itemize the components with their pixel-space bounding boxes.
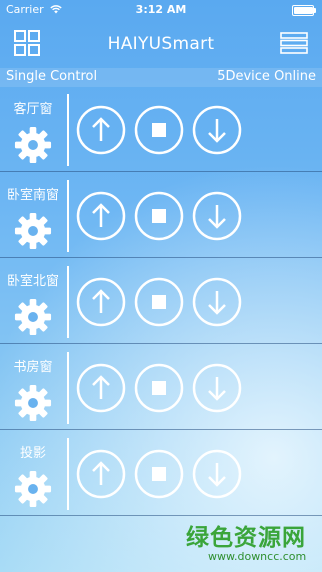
down-button[interactable] [192, 191, 242, 241]
gear-icon[interactable] [14, 384, 52, 422]
stop-icon [134, 191, 184, 241]
device-row: 客厅窗 [0, 88, 322, 172]
down-button[interactable] [192, 105, 242, 155]
arrow-up-icon [76, 277, 126, 327]
gear-icon[interactable] [14, 298, 52, 336]
device-list: 客厅窗 卧室南窗 卧室北窗 书房窗 投影 [0, 88, 322, 518]
divider [67, 352, 69, 424]
device-row: 卧室南窗 [0, 174, 322, 258]
watermark-url: www.downcc.com [208, 550, 307, 563]
divider [67, 94, 69, 166]
device-row: 投影 [0, 432, 322, 516]
watermark-text: 绿色资源网 [186, 525, 306, 551]
arrow-up-icon [76, 105, 126, 155]
down-button[interactable] [192, 449, 242, 499]
gear-icon[interactable] [14, 212, 52, 250]
up-button[interactable] [76, 449, 126, 499]
stop-button[interactable] [134, 191, 184, 241]
device-name: 书房窗 [13, 360, 53, 375]
device-name: 卧室南窗 [6, 188, 59, 203]
up-button[interactable] [76, 105, 126, 155]
stop-icon [134, 363, 184, 413]
divider [67, 438, 69, 510]
battery-fill [294, 7, 313, 14]
stop-icon [134, 105, 184, 155]
stop-button[interactable] [134, 277, 184, 327]
arrow-down-icon [192, 191, 242, 241]
watermark: 绿色资源网 www.downcc.com [186, 518, 316, 563]
arrow-up-icon [76, 363, 126, 413]
divider [67, 180, 69, 252]
arrow-down-icon [192, 105, 242, 155]
divider [67, 266, 69, 338]
stop-button[interactable] [134, 363, 184, 413]
stop-button[interactable] [134, 105, 184, 155]
down-button[interactable] [192, 277, 242, 327]
device-name: 投影 [19, 446, 46, 461]
arrow-down-icon [192, 363, 242, 413]
up-button[interactable] [76, 363, 126, 413]
subheader: Single Control 5Device Online [0, 68, 322, 87]
online-count-label: 5Device Online [217, 69, 316, 84]
battery-icon [292, 5, 316, 16]
device-row: 书房窗 [0, 346, 322, 430]
up-button[interactable] [76, 277, 126, 327]
stop-button[interactable] [134, 449, 184, 499]
arrow-up-icon [76, 191, 126, 241]
gear-icon[interactable] [14, 470, 52, 508]
device-name: 卧室北窗 [6, 274, 59, 289]
up-button[interactable] [76, 191, 126, 241]
arrow-down-icon [192, 449, 242, 499]
page-title: HAIYUSmart [107, 34, 215, 54]
device-row: 卧室北窗 [0, 260, 322, 344]
arrow-down-icon [192, 277, 242, 327]
control-mode-label: Single Control [6, 69, 98, 84]
device-name: 客厅窗 [13, 102, 53, 117]
stop-icon [134, 277, 184, 327]
navbar: HAIYUSmart [0, 20, 322, 68]
down-button[interactable] [192, 363, 242, 413]
status-time: 3:12 AM [135, 3, 187, 16]
arrow-up-icon [76, 449, 126, 499]
stop-icon [134, 449, 184, 499]
gear-icon[interactable] [14, 126, 52, 164]
status-bar: Carrier 3:12 AM [0, 0, 322, 20]
menu-icon[interactable] [280, 32, 308, 54]
